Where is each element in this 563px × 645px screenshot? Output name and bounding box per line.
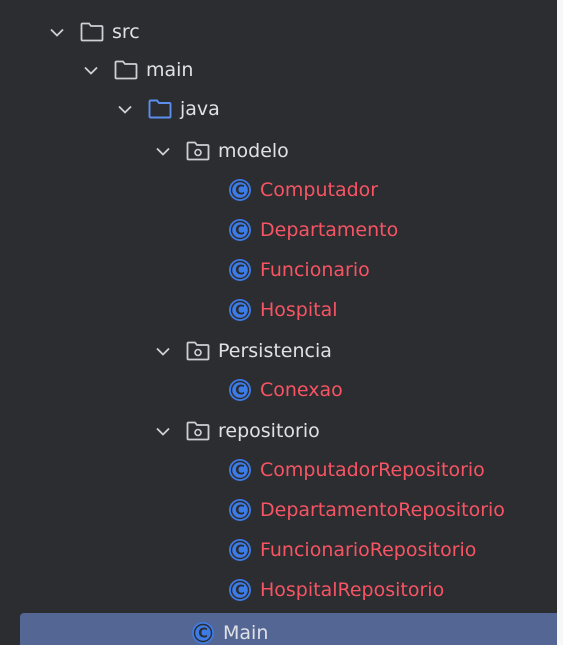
svg-text:C: C xyxy=(235,304,245,319)
chevron-down-icon[interactable] xyxy=(152,140,174,162)
class-icon: C xyxy=(227,297,253,323)
project-tree-panel: src main java modelo C Computador C Depa… xyxy=(0,0,557,645)
tree-node-label: main xyxy=(146,59,194,81)
class-label: ComputadorRepositorio xyxy=(260,459,485,481)
tree-class-departamento-repositorio[interactable]: C DepartamentoRepositorio xyxy=(0,490,557,530)
class-label: Conexao xyxy=(260,379,343,401)
chevron-down-icon[interactable] xyxy=(46,21,68,43)
svg-text:C: C xyxy=(235,184,245,199)
class-icon: C xyxy=(227,497,253,523)
chevron-down-icon[interactable] xyxy=(80,59,102,81)
class-icon: C xyxy=(227,177,253,203)
svg-text:C: C xyxy=(235,224,245,239)
svg-text:C: C xyxy=(235,504,245,519)
tree-class-departamento[interactable]: C Departamento xyxy=(0,210,557,250)
class-label: Computador xyxy=(260,179,379,201)
tree-node-label: src xyxy=(112,21,140,43)
package-icon xyxy=(185,138,211,164)
class-label: Departamento xyxy=(260,219,399,241)
tree-node-java[interactable]: java xyxy=(0,89,557,129)
svg-text:C: C xyxy=(235,464,245,479)
class-label: Main xyxy=(223,622,269,644)
class-icon: C xyxy=(227,217,253,243)
tree-class-computador[interactable]: C Computador xyxy=(0,170,557,210)
package-icon xyxy=(185,338,211,364)
folder-icon xyxy=(113,57,139,83)
class-label: Funcionario xyxy=(260,259,370,281)
svg-text:C: C xyxy=(198,627,208,642)
folder-icon xyxy=(79,19,105,45)
chevron-down-icon[interactable] xyxy=(114,98,136,120)
class-label: Hospital xyxy=(260,299,338,321)
class-label: FuncionarioRepositorio xyxy=(260,539,477,561)
tree-class-funcionario[interactable]: C Funcionario xyxy=(0,250,557,290)
svg-text:C: C xyxy=(235,584,245,599)
class-icon: C xyxy=(227,577,253,603)
class-icon: C xyxy=(227,257,253,283)
class-icon: C xyxy=(227,457,253,483)
tree-node-label: modelo xyxy=(218,140,289,162)
tree-class-funcionario-repositorio[interactable]: C FuncionarioRepositorio xyxy=(0,530,557,570)
source-folder-icon xyxy=(147,96,173,122)
tree-node-label: repositorio xyxy=(218,420,320,442)
tree-node-repositorio[interactable]: repositorio xyxy=(0,411,557,451)
tree-node-label: Persistencia xyxy=(218,340,332,362)
tree-class-hospital[interactable]: C Hospital xyxy=(0,290,557,330)
tree-node-main[interactable]: main xyxy=(0,50,557,90)
tree-node-persistencia[interactable]: Persistencia xyxy=(0,331,557,371)
tree-class-main[interactable]: C Main xyxy=(20,613,557,645)
package-icon xyxy=(185,418,211,444)
chevron-down-icon[interactable] xyxy=(152,340,174,362)
svg-text:C: C xyxy=(235,384,245,399)
class-icon: C xyxy=(190,620,216,645)
class-icon: C xyxy=(227,537,253,563)
tree-node-label: java xyxy=(180,98,220,120)
chevron-down-icon[interactable] xyxy=(152,420,174,442)
window-edge xyxy=(557,0,563,645)
tree-class-conexao[interactable]: C Conexao xyxy=(0,370,557,410)
svg-text:C: C xyxy=(235,544,245,559)
class-label: HospitalRepositorio xyxy=(260,579,445,601)
tree-class-hospital-repositorio[interactable]: C HospitalRepositorio xyxy=(0,570,557,610)
tree-node-modelo[interactable]: modelo xyxy=(0,131,557,171)
tree-class-computador-repositorio[interactable]: C ComputadorRepositorio xyxy=(0,450,557,490)
svg-text:C: C xyxy=(235,264,245,279)
class-icon: C xyxy=(227,377,253,403)
tree-node-src[interactable]: src xyxy=(0,12,557,52)
class-label: DepartamentoRepositorio xyxy=(260,499,505,521)
